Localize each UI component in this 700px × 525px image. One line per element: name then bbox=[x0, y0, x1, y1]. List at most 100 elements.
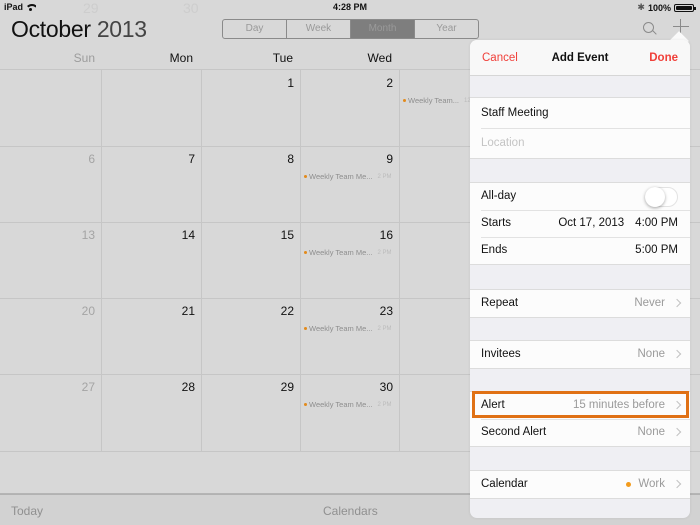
event-title: Weekly Team Me... bbox=[309, 324, 373, 333]
day-number[interactable]: 14 bbox=[165, 228, 195, 242]
invitees-row[interactable]: Invitees None bbox=[470, 341, 690, 368]
event-dot-icon bbox=[403, 99, 406, 102]
day-number[interactable]: 2 bbox=[363, 76, 393, 90]
day-number[interactable]: 29 bbox=[264, 380, 294, 394]
calendar-event[interactable]: Weekly Team Me... 2 PM bbox=[304, 400, 392, 409]
search-icon[interactable] bbox=[643, 22, 654, 33]
today-button[interactable]: Today bbox=[11, 504, 43, 518]
calendar-value: Work bbox=[626, 478, 665, 490]
ends-label: Ends bbox=[481, 244, 508, 256]
calendar-event[interactable]: Weekly Team Me... 2 PM bbox=[304, 172, 392, 181]
day-number[interactable]: 8 bbox=[264, 152, 294, 166]
year-label[interactable]: 2013 bbox=[97, 16, 147, 42]
day-number[interactable]: 6 bbox=[65, 152, 95, 166]
second-alert-label: Second Alert bbox=[481, 426, 547, 438]
clock: 4:28 PM bbox=[332, 2, 367, 12]
tab-week[interactable]: Week bbox=[287, 20, 351, 38]
alert-section: Alert 15 minutes before Second Alert Non… bbox=[470, 391, 690, 447]
event-time: 2 PM bbox=[377, 173, 392, 180]
event-time: 2 PM bbox=[377, 325, 392, 332]
ends-time[interactable]: 5:00 PM bbox=[635, 244, 678, 256]
event-dot-icon bbox=[304, 251, 307, 254]
location-field[interactable]: Location bbox=[470, 128, 690, 158]
starts-date: Oct 17, 2013 bbox=[558, 217, 625, 229]
invitees-label: Invitees bbox=[481, 348, 521, 360]
tab-year[interactable]: Year bbox=[415, 20, 478, 38]
starts-value[interactable]: Oct 17, 2013 4:00 PM bbox=[558, 217, 678, 229]
status-bar: iPad 29 30 4:28 PM ✱ 100% bbox=[0, 0, 700, 16]
invitees-value: None bbox=[637, 348, 666, 360]
chevron-right-icon bbox=[672, 298, 682, 308]
popover-header: Cancel Add Event Done bbox=[470, 40, 690, 76]
event-dot-icon bbox=[304, 175, 307, 178]
day-number[interactable]: 9 bbox=[363, 152, 393, 166]
repeat-section: Repeat Never bbox=[470, 289, 690, 318]
all-day-toggle[interactable] bbox=[645, 187, 678, 207]
weekday-wed: Wed bbox=[367, 51, 392, 65]
calendar-event[interactable]: Weekly Team Me... 2 PM bbox=[304, 248, 392, 257]
calendar-row[interactable]: Calendar Work bbox=[470, 471, 690, 498]
weekday-mon: Mon bbox=[169, 51, 193, 65]
month-name: October bbox=[11, 16, 91, 42]
view-segmented-control: Day Week Month Year bbox=[222, 19, 479, 39]
starts-time: 4:00 PM bbox=[635, 217, 678, 229]
day-number[interactable]: 20 bbox=[65, 304, 95, 318]
calendar-event[interactable]: Weekly Team Me... 2 PM bbox=[304, 324, 392, 333]
chevron-right-icon bbox=[672, 427, 682, 437]
done-button[interactable]: Done bbox=[649, 52, 678, 64]
day-number[interactable]: 16 bbox=[363, 228, 393, 242]
tab-day[interactable]: Day bbox=[223, 20, 287, 38]
day-number[interactable]: 1 bbox=[264, 76, 294, 90]
day-number[interactable]: 23 bbox=[363, 304, 393, 318]
chevron-right-icon bbox=[672, 479, 682, 489]
event-time: 2 PM bbox=[377, 401, 392, 408]
event-title: Weekly Team... bbox=[408, 96, 459, 105]
day-number[interactable]: 21 bbox=[165, 304, 195, 318]
event-dot-icon bbox=[304, 403, 307, 406]
title-input[interactable]: Staff Meeting bbox=[481, 107, 549, 119]
location-input[interactable]: Location bbox=[481, 137, 524, 149]
ends-row[interactable]: Ends 5:00 PM bbox=[470, 237, 690, 264]
calendar-event[interactable]: Weekly Team... 12 bbox=[403, 96, 471, 105]
title-field[interactable]: Staff Meeting bbox=[470, 98, 690, 128]
calendar-name: Work bbox=[638, 478, 665, 490]
event-time: 2 PM bbox=[377, 249, 392, 256]
all-day-row: All-day bbox=[470, 183, 690, 210]
toggle-knob bbox=[645, 187, 665, 207]
day-number[interactable]: 28 bbox=[165, 380, 195, 394]
weekday-sun: Sun bbox=[73, 51, 95, 65]
chevron-right-icon bbox=[672, 349, 682, 359]
grid-divider bbox=[399, 70, 400, 451]
all-day-label: All-day bbox=[481, 190, 517, 202]
starts-row[interactable]: Starts Oct 17, 2013 4:00 PM bbox=[470, 210, 690, 237]
second-alert-row[interactable]: Second Alert None bbox=[470, 419, 690, 446]
calendars-button[interactable]: Calendars bbox=[323, 504, 378, 518]
event-title: Weekly Team Me... bbox=[309, 172, 373, 181]
grid-divider bbox=[101, 70, 102, 451]
add-event-popover: Cancel Add Event Done Staff Meeting Loca… bbox=[470, 40, 690, 518]
event-title: Weekly Team Me... bbox=[309, 400, 373, 409]
calendar-color-dot bbox=[626, 481, 632, 487]
alert-row[interactable]: Alert 15 minutes before bbox=[470, 392, 690, 419]
repeat-label: Repeat bbox=[481, 297, 519, 309]
grid-divider bbox=[201, 70, 202, 451]
day-number[interactable]: 13 bbox=[65, 228, 95, 242]
weekday-tue: Tue bbox=[272, 51, 293, 65]
starts-label: Starts bbox=[481, 217, 512, 229]
day-number[interactable]: 15 bbox=[264, 228, 294, 242]
invitees-section: Invitees None bbox=[470, 340, 690, 369]
day-number[interactable]: 30 bbox=[363, 380, 393, 394]
battery-percent: 100% bbox=[647, 2, 671, 13]
repeat-row[interactable]: Repeat Never bbox=[470, 290, 690, 317]
repeat-value: Never bbox=[634, 297, 665, 309]
battery-icon bbox=[674, 3, 696, 12]
day-number[interactable]: 7 bbox=[165, 152, 195, 166]
alert-label: Alert bbox=[481, 399, 505, 411]
grid-divider bbox=[300, 70, 301, 451]
tab-month[interactable]: Month bbox=[351, 20, 415, 38]
day-number[interactable]: 27 bbox=[65, 380, 95, 394]
day-number[interactable]: 22 bbox=[264, 304, 294, 318]
title-location-section: Staff Meeting Location bbox=[470, 97, 690, 159]
bluetooth-icon: ✱ bbox=[637, 2, 645, 12]
calendar-section: Calendar Work bbox=[470, 470, 690, 499]
